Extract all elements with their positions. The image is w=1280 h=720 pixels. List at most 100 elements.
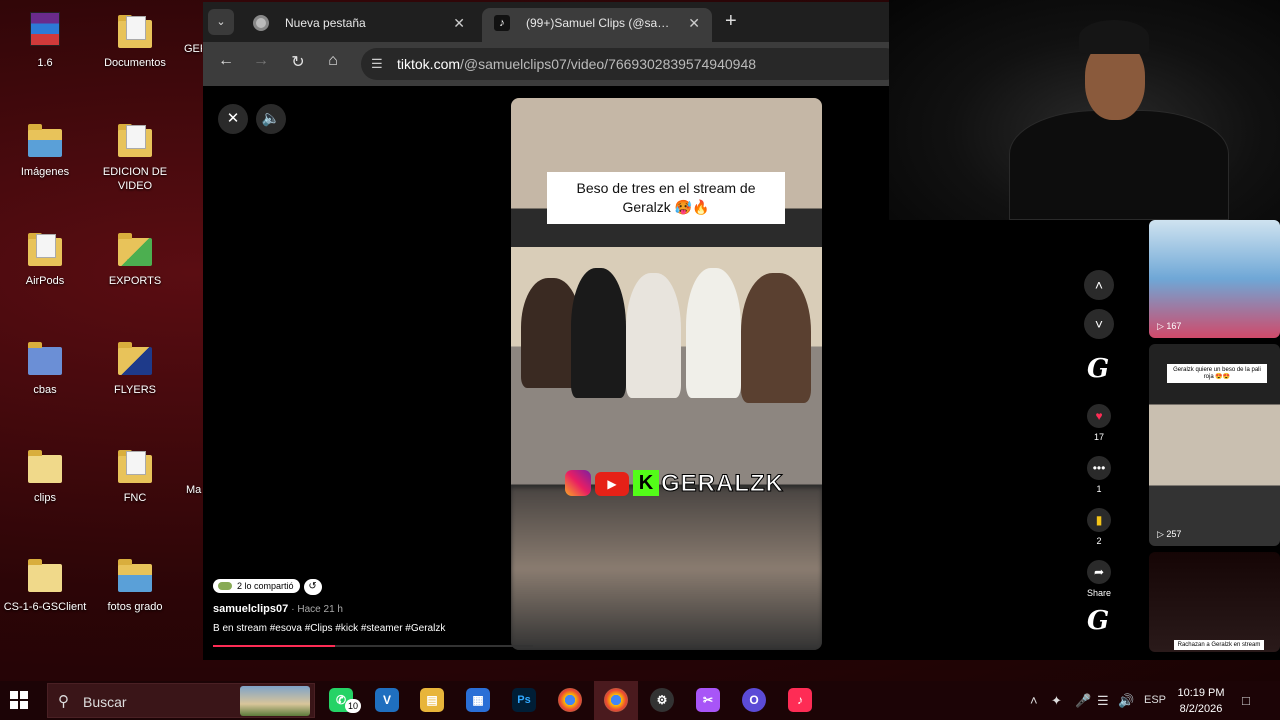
- file-explorer-icon[interactable]: ▤: [420, 688, 444, 712]
- desktop-icon-label: FNC: [123, 492, 147, 504]
- desktop-icon-label: GER: [184, 43, 202, 55]
- tab-title: Nueva pestaña: [285, 16, 366, 30]
- share-button[interactable]: ➦ Share: [1087, 560, 1111, 598]
- tiktok-app-icon[interactable]: ♪: [788, 688, 812, 712]
- creator-avatar-logo[interactable]: G: [1087, 354, 1109, 384]
- next-video-icon[interactable]: ˅: [1084, 309, 1114, 339]
- feed-thumbnail[interactable]: Geralzk quiere un beso de la pali roja 😍…: [1149, 344, 1280, 546]
- new-tab-button[interactable]: +: [725, 10, 737, 33]
- steam-icon[interactable]: ⚙: [650, 688, 674, 712]
- save-button[interactable]: ▮ 2: [1087, 508, 1111, 546]
- desktop-icon-label: AirPods: [25, 275, 65, 287]
- video-figure: [741, 273, 811, 403]
- back-icon[interactable]: ←: [214, 52, 238, 70]
- obs-icon[interactable]: O: [742, 688, 766, 712]
- chrome-profile-icon[interactable]: [604, 688, 628, 712]
- feed-thumbnail[interactable]: ▷ 167: [1149, 220, 1280, 338]
- video-progress-fill: [213, 645, 335, 647]
- desktop-icon-imagenes[interactable]: Imágenes: [0, 121, 90, 179]
- view-count: ▷ 167: [1157, 321, 1182, 331]
- video-player[interactable]: Beso de tres en el stream de Geralzk 🥵🔥 …: [511, 98, 822, 650]
- desktop-icon-edicion-de-video[interactable]: EDICION DE VIDEO: [90, 121, 180, 193]
- desktop-icon-flyers[interactable]: FLYERS: [90, 339, 180, 397]
- brand-text: GERALZK: [661, 470, 784, 498]
- clock[interactable]: 10:19 PM 8/2/2026: [1170, 685, 1232, 717]
- tab-strip: ⌄ Nueva pestaña ✕ ♪ (99+)Samuel Clips (@…: [203, 2, 889, 42]
- desktop-icon-exports[interactable]: EXPORTS: [90, 230, 180, 288]
- reload-icon[interactable]: ↻: [286, 52, 310, 72]
- volume-icon[interactable]: 🔈: [256, 104, 286, 134]
- comment-count: 1: [1096, 484, 1102, 494]
- instagram-icon: [565, 470, 591, 496]
- desktop-icon-clips[interactable]: clips: [0, 447, 90, 505]
- taskbar-search[interactable]: ⚲ Buscar: [47, 683, 315, 718]
- folder-icon: [28, 230, 62, 268]
- desktop-icon-1-6[interactable]: 1.6: [0, 12, 90, 70]
- thumbnail-caption: Rachazan a Geralzk en stream: [1174, 640, 1264, 650]
- desktop-icon-label: Documentos: [104, 57, 166, 69]
- shared-badge[interactable]: 2 lo compartió: [213, 579, 300, 593]
- tab-new-tab[interactable]: Nueva pestaña ✕: [241, 8, 477, 42]
- tab-title: (99+)Samuel Clips (@samuelclips07: [526, 16, 676, 30]
- posted-ago: · Hace 21 h: [291, 604, 343, 615]
- desktop-icon-documentos[interactable]: Documentos: [90, 12, 180, 70]
- video-blur: [511, 488, 822, 650]
- network-activity-icon[interactable]: ✦: [1051, 693, 1062, 709]
- show-hidden-icons-icon[interactable]: ˄: [1030, 693, 1038, 708]
- video-description: B en stream #esova #Clips #kick #steamer…: [213, 623, 446, 634]
- photoshop-icon[interactable]: Ps: [512, 688, 536, 712]
- tab-search-dropdown-icon[interactable]: ⌄: [208, 9, 234, 35]
- comment-icon: •••: [1087, 456, 1111, 480]
- video-progress-bar[interactable]: [213, 645, 533, 647]
- save-count: 2: [1096, 536, 1102, 546]
- close-icon[interactable]: ✕: [218, 104, 248, 134]
- folder-icon: [118, 556, 152, 594]
- tab-tiktok[interactable]: ♪ (99+)Samuel Clips (@samuelclips07 ✕: [482, 8, 712, 42]
- forward-icon[interactable]: →: [249, 52, 273, 70]
- close-tab-icon[interactable]: ✕: [688, 8, 700, 38]
- previous-video-icon[interactable]: ˄: [1084, 270, 1114, 300]
- close-tab-icon[interactable]: ✕: [453, 8, 465, 38]
- video-meta: 2 lo compartió ↺ samuelclips07 · Hace 21 …: [213, 576, 503, 634]
- repost-icon[interactable]: ↺: [303, 579, 322, 595]
- browser-window: ⌄ Nueva pestaña ✕ ♪ (99+)Samuel Clips (@…: [203, 2, 901, 660]
- wifi-icon[interactable]: ☰: [1097, 693, 1109, 709]
- page-viewport: ✕ 🔈 Beso de tres en el stream de Geralzk…: [203, 88, 889, 660]
- desktop-icon-fotos-grado[interactable]: fotos grado: [90, 556, 180, 614]
- vegas-icon[interactable]: V: [375, 688, 399, 712]
- view-count: ▷ 257: [1157, 529, 1182, 539]
- author-name[interactable]: samuelclips07: [213, 603, 288, 615]
- desktop-icon-label: clips: [33, 492, 56, 504]
- chrome-icon: [253, 15, 269, 31]
- feed-thumbnail[interactable]: Rachazan a Geralzk en stream: [1149, 552, 1280, 652]
- desktop-icon-airpods[interactable]: AirPods: [0, 230, 90, 288]
- kick-icon: K: [633, 470, 659, 496]
- comment-button[interactable]: ••• 1: [1087, 456, 1111, 494]
- like-button[interactable]: ♥ 17: [1087, 404, 1111, 442]
- sound-avatar-logo[interactable]: G: [1087, 606, 1109, 636]
- volume-tray-icon[interactable]: 🔊: [1118, 693, 1134, 709]
- desktop-icon-cbas[interactable]: cbas: [0, 339, 90, 397]
- tiktok-side-panel: ˄ ˅ G ♥ 17 ••• 1 ▮ 2 ➦ Share G ▷ 167 Ger…: [889, 220, 1280, 660]
- snipping-tool-icon[interactable]: ✂: [696, 688, 720, 712]
- desktop-icon-ger[interactable]: GER: [160, 42, 202, 56]
- clock-time: 10:19 PM: [1177, 687, 1225, 699]
- language-indicator[interactable]: ESP: [1144, 694, 1166, 706]
- desktop-icon-cs-1-6-gsclient[interactable]: CS-1-6-GSClient: [0, 556, 90, 614]
- chrome-icon[interactable]: [558, 688, 582, 712]
- windows-start-icon[interactable]: [10, 691, 28, 709]
- folder-icon: [118, 447, 152, 485]
- video-figure: [571, 268, 626, 398]
- folder-icon: [118, 339, 152, 377]
- bookmark-icon: ▮: [1087, 508, 1111, 532]
- desktop-icon-ma[interactable]: Ma: [160, 483, 202, 497]
- microsoft-store-icon[interactable]: ▦: [466, 688, 490, 712]
- brand-banner: ▶ K GERALZK: [565, 468, 784, 498]
- home-icon[interactable]: ⌂: [321, 52, 345, 70]
- notifications-icon[interactable]: □: [1242, 693, 1250, 708]
- desktop-icon-label: CS-1-6-GSClient: [3, 601, 87, 613]
- microphone-icon[interactable]: 🎤: [1075, 693, 1091, 709]
- share-label: Share: [1087, 588, 1112, 598]
- address-bar[interactable]: ☰ tiktok.com/@samuelclips07/video/766930…: [361, 48, 901, 80]
- site-settings-icon[interactable]: ☰: [371, 56, 383, 72]
